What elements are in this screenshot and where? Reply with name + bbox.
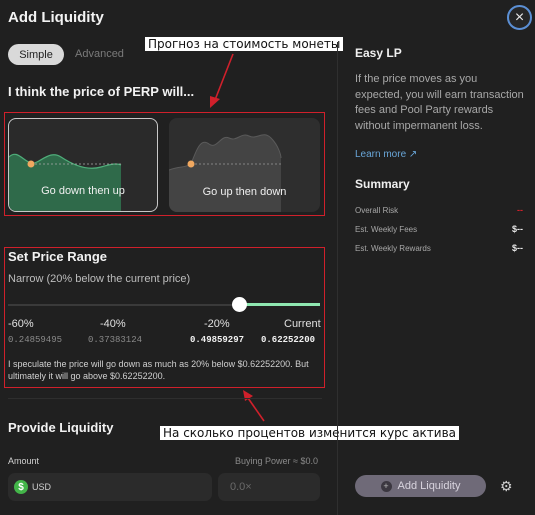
range-heading: Set Price Range — [8, 249, 107, 264]
plus-icon: + — [380, 480, 392, 492]
tick-value: 0.24859495 — [8, 335, 63, 345]
option-go-down-then-up[interactable]: Go down then up — [8, 118, 158, 212]
tab-simple[interactable]: Simple — [8, 44, 64, 65]
option-label: Go up then down — [202, 186, 287, 198]
summary-row-value: $-- — [512, 224, 523, 234]
option-label: Go down then up — [41, 185, 125, 197]
annotation-arrow-bottom — [243, 390, 265, 422]
slider-handle[interactable] — [232, 297, 247, 312]
tick-label: -40% — [100, 318, 126, 330]
page-title: Add Liquidity — [8, 9, 104, 26]
easy-lp-heading: Easy LP — [355, 46, 402, 60]
gear-icon[interactable]: ⚙ — [500, 478, 513, 495]
tick-value: 0.62252200 — [261, 335, 316, 345]
divider — [8, 398, 322, 399]
close-icon: × — [514, 8, 525, 26]
tick-label: Current — [284, 318, 321, 330]
option-go-up-then-down[interactable]: Go up then down — [169, 118, 320, 212]
buying-power: Buying Power ≈ $0.0 — [235, 456, 318, 466]
learn-more-link[interactable]: Learn more ↗ — [355, 149, 417, 160]
summary-row-label: Overall Risk — [355, 206, 399, 215]
tick-value: 0.37383124 — [88, 335, 143, 345]
range-description: Narrow (20% below the current price) — [8, 273, 191, 285]
tick-value: 0.49859297 — [190, 335, 245, 345]
add-liquidity-button[interactable]: + Add Liquidity — [355, 475, 486, 497]
close-button[interactable]: × — [507, 5, 532, 30]
predict-heading: I think the price of PERP will... — [8, 84, 195, 99]
annotation-price-forecast: Прогноз на стоимость монеты — [145, 37, 344, 51]
speculation-text: I speculate the price will go down as mu… — [8, 359, 309, 381]
summary-row-label: Est. Weekly Fees — [355, 225, 418, 234]
provide-heading: Provide Liquidity — [8, 420, 114, 435]
tick-label: -60% — [8, 318, 34, 330]
leverage-placeholder: 0.0× — [230, 481, 252, 493]
leverage-input[interactable]: 0.0× — [218, 473, 320, 501]
summary-row-label: Est. Weekly Rewards — [355, 244, 431, 253]
tick-label: -20% — [204, 318, 230, 330]
annotation-percent-change: На сколько процентов изменится курс акти… — [160, 426, 460, 440]
tab-advanced[interactable]: Advanced — [75, 48, 124, 60]
price-range-slider[interactable] — [8, 295, 320, 315]
summary-row-value: -- — [517, 205, 523, 215]
add-liquidity-label: Add Liquidity — [397, 480, 461, 492]
easy-lp-description: If the price moves as you expected, you … — [355, 73, 524, 132]
dollar-coin-icon: $ — [14, 480, 28, 494]
column-divider — [337, 42, 338, 515]
slider-fill — [239, 303, 320, 306]
amount-input[interactable]: $ USD — [8, 473, 212, 501]
annotation-arrow-top — [210, 53, 234, 108]
currency-label: USD — [32, 482, 52, 492]
chart-down-up — [9, 153, 122, 211]
summary-heading: Summary — [355, 177, 410, 191]
summary-row-value: $-- — [512, 243, 523, 253]
amount-label: Amount — [8, 456, 40, 466]
